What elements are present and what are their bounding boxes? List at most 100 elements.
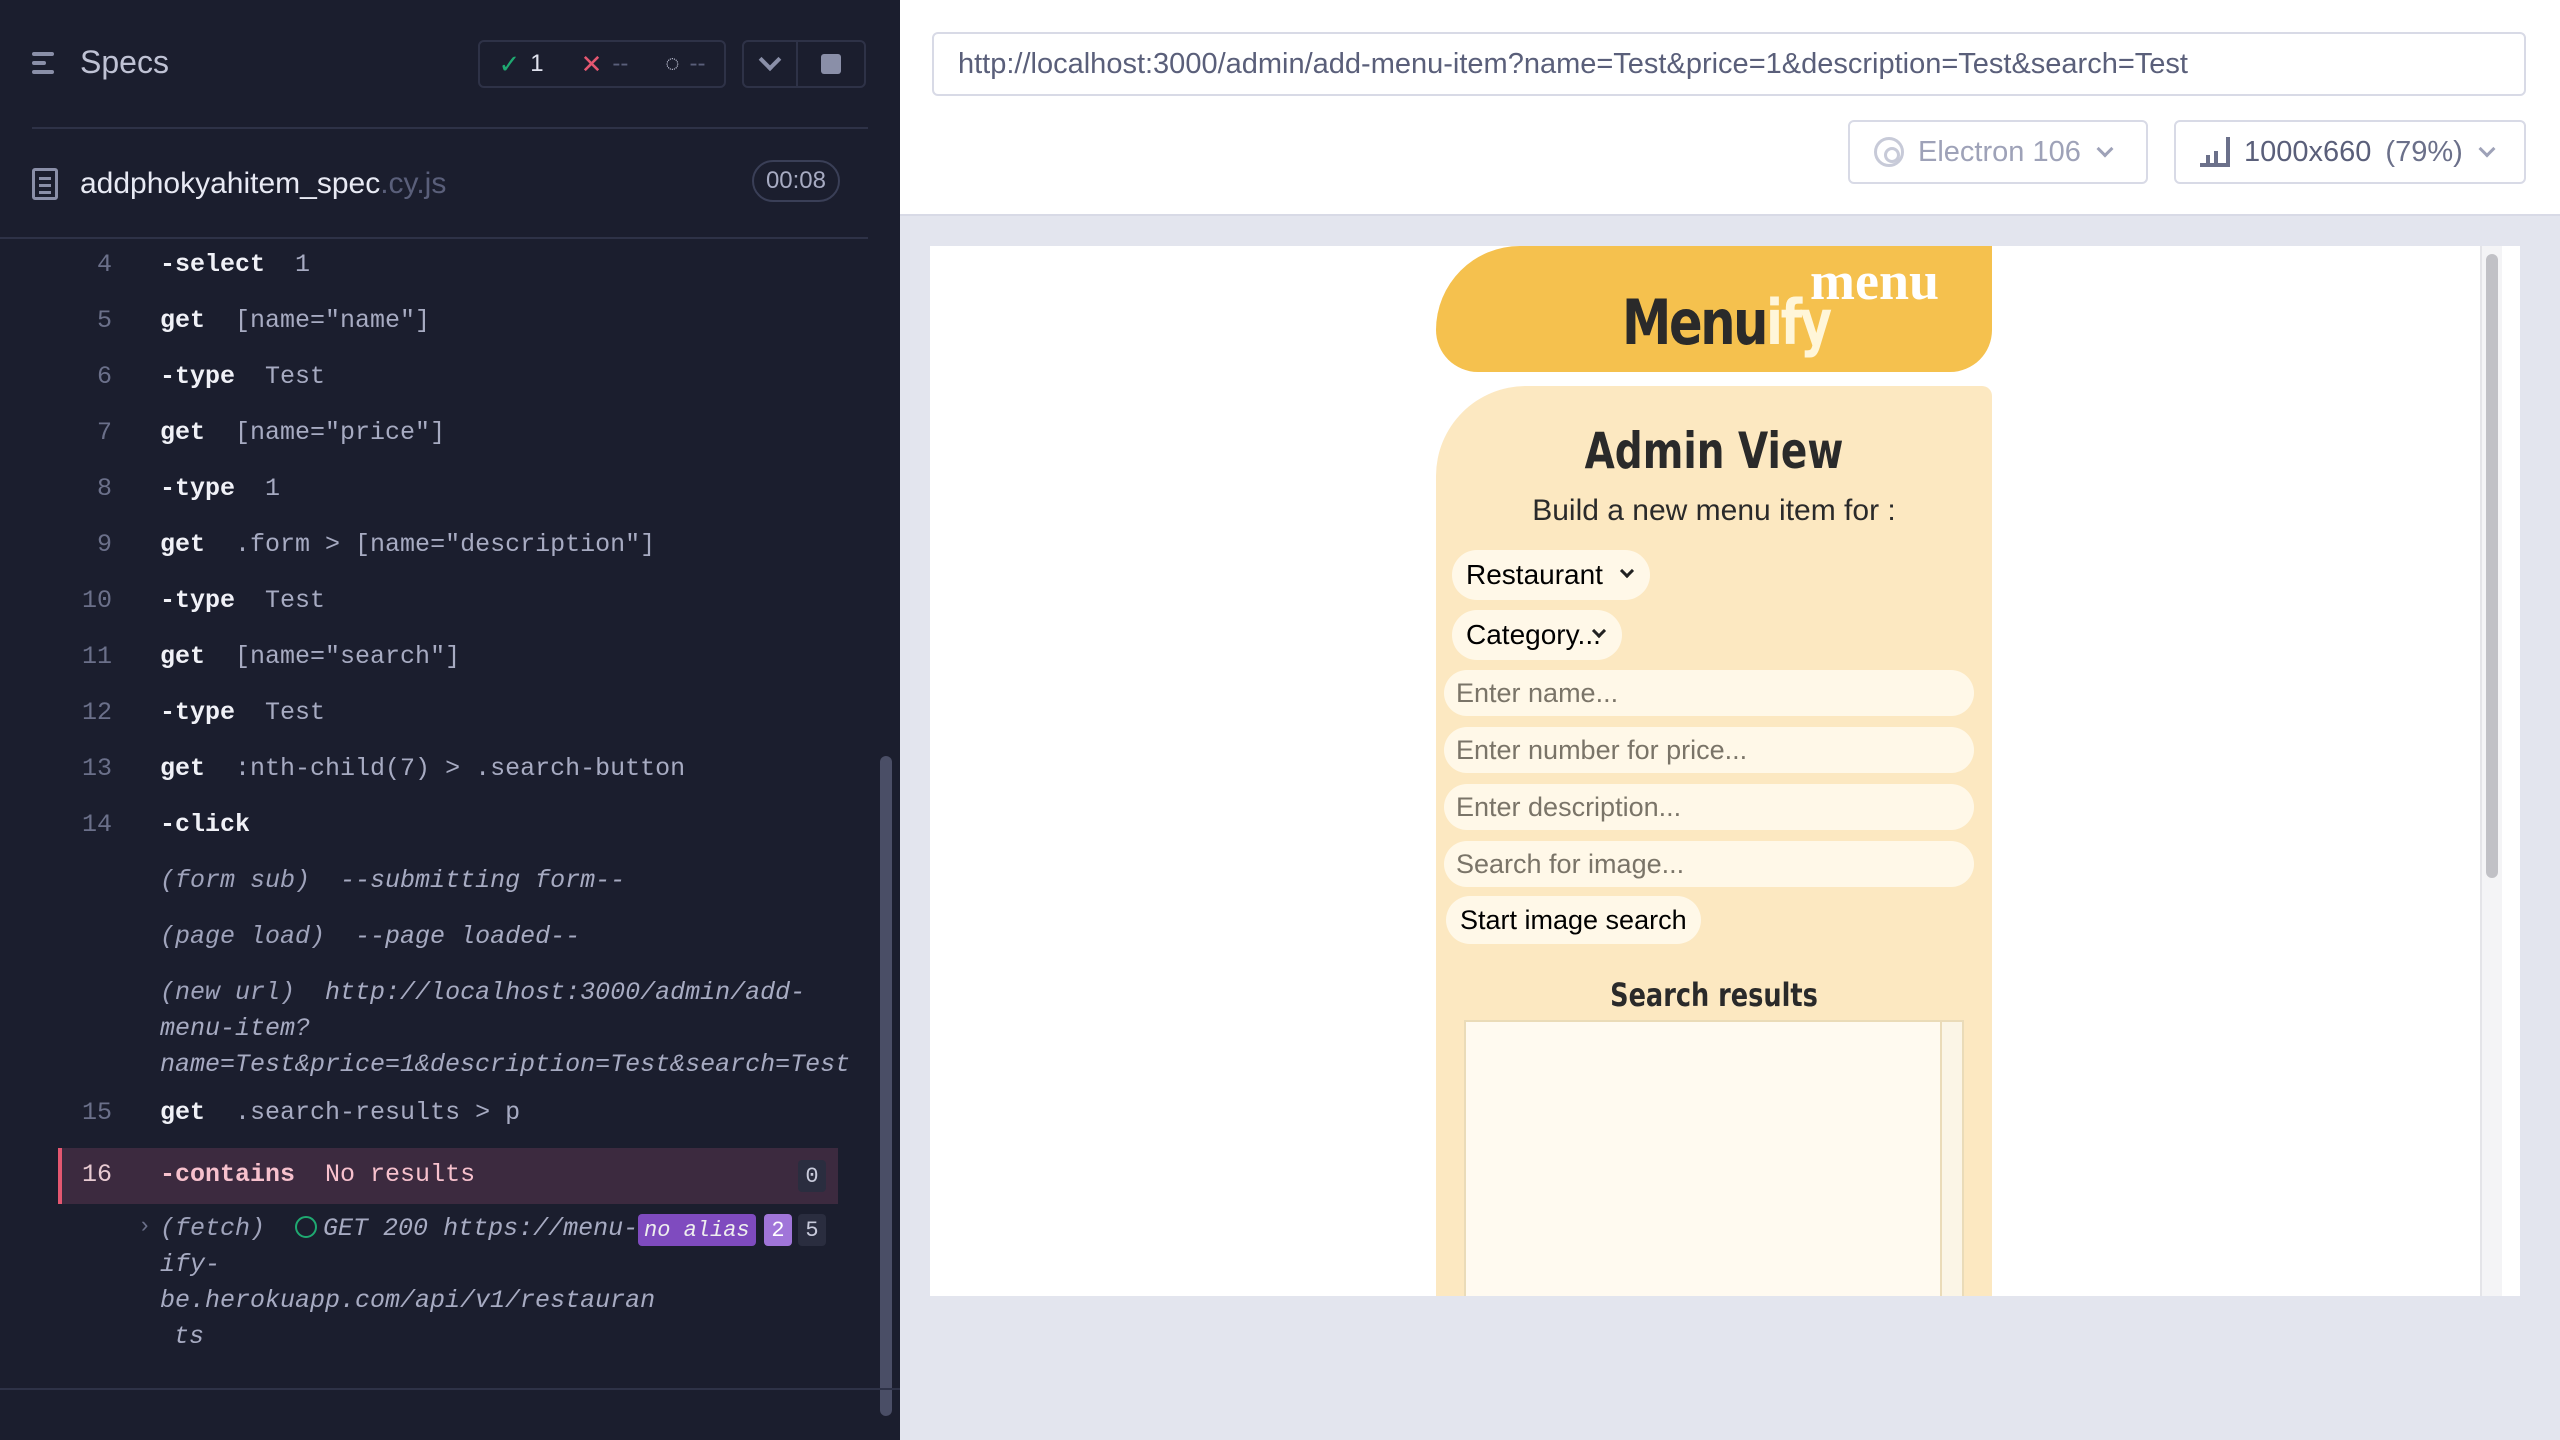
check-icon: ✓ [498,48,521,79]
event-url-line: name=Test&price=1&description=Test&searc… [160,1050,851,1079]
iframe-scroll-track[interactable] [2480,246,2502,1296]
event-row[interactable]: (page load) --page loaded-- [58,922,838,962]
specs-label: Specs [80,44,169,80]
command-name: get :nth-child(7) > .search-button [160,754,686,783]
viewport-size: 1000x660 [2244,135,2372,168]
specs-link[interactable]: Specs [32,44,169,81]
element-count-badge: 0 [798,1160,826,1192]
event-label: (new url) [160,978,296,1007]
event-text: --submitting form-- [340,866,626,895]
command-number: 13 [81,754,112,783]
command-row[interactable]: 8 -type 1 [58,474,838,514]
event-row-new-url[interactable]: (new url) http://localhost:3000/admin/ad… [58,978,850,1088]
file-divider [0,237,868,239]
pending-stat: ◌ -- [665,50,705,78]
command-name: -contains No results [160,1160,476,1189]
command-number: 9 [96,530,112,559]
browser-selector[interactable]: Electron 106 [1848,120,2148,184]
alias-count-badge: 2 [764,1214,792,1246]
event-text: --page loaded-- [355,922,581,951]
command-row[interactable]: 13 get :nth-child(7) > .search-button [58,754,838,794]
command-number: 6 [96,362,112,391]
search-results-box[interactable] [1464,1020,1964,1296]
fetch-url-line: GET 200 https://menu- [323,1214,639,1243]
image-search-input[interactable]: Search for image... [1444,841,1974,887]
aut-header: http://localhost:3000/admin/add-menu-ite… [900,0,2560,216]
command-number: 8 [96,474,112,503]
search-results-title: Search results [1610,976,1818,1014]
electron-icon [1874,137,1904,167]
command-row[interactable]: 7 get [name="price"] [58,418,838,458]
command-row[interactable]: 12 -type Test [58,698,838,738]
command-row[interactable]: 10 -type Test [58,586,838,626]
command-number: 5 [96,306,112,335]
command-name: -type Test [160,586,326,615]
spec-duration: 00:08 [751,160,840,202]
command-row[interactable]: 14 -click [58,810,838,850]
app-iframe: menu Menuify Admin View Build a new menu… [930,246,2520,1296]
command-number: 10 [81,586,112,615]
command-number: 16 [81,1160,112,1189]
command-row[interactable]: 5 get [name="name"] [58,306,838,346]
description-input[interactable]: Enter description... [1444,784,1974,830]
command-number: 12 [81,698,112,727]
event-url-line: http://localhost:3000/admin/add- [325,978,806,1007]
command-name: -type 1 [160,474,281,503]
logo-main-text: Menuify [1622,286,1832,359]
command-number: 14 [81,810,112,839]
spec-file-name: addphokyahitem_spec [80,167,381,200]
document-icon [32,168,58,200]
fetch-url-line: ify- [160,1250,221,1279]
admin-form-card: Admin View Build a new menu item for : R… [1436,386,1992,1296]
command-row[interactable]: 4 -select 1 [58,250,838,290]
event-row[interactable]: (form sub) --submitting form-- [58,866,838,906]
command-row[interactable]: 15 get .search-results > p [58,1098,838,1138]
fetch-url-line: be.herokuapp.com/api/v1/restauran [160,1286,656,1315]
passed-count: 1 [530,50,544,77]
category-select[interactable]: Category... [1452,610,1622,660]
command-number: 15 [81,1098,112,1127]
browser-label: Electron 106 [1918,135,2081,168]
specs-list-icon [32,49,62,77]
price-input[interactable]: Enter number for price... [1444,727,1974,773]
alias-badge: no alias [638,1214,756,1246]
command-row[interactable]: 9 get .form > [name="description"] [58,530,838,570]
viewport-selector[interactable]: 1000x660 (79%) [2174,120,2526,184]
viewport-scale: (79%) [2385,135,2463,168]
spec-file-ext: .cy.js [380,167,447,200]
command-row[interactable]: 6 -type Test [58,362,838,402]
command-list: 4 -select 1 5 get [name="name"] 6 -type … [58,242,850,1364]
results-scrollbar[interactable] [1940,1022,1962,1296]
event-label: (form sub) [160,866,311,895]
event-url-line: menu-item? [160,1014,311,1043]
chevron-down-icon [2478,140,2496,158]
failed-command-row[interactable]: 16 -contains No results 0 [58,1148,838,1204]
chevron-down-icon [758,48,782,72]
collapse-button[interactable] [742,40,798,88]
restaurant-select[interactable]: Restaurant [1452,550,1650,600]
chevron-down-icon [1619,563,1635,579]
event-label: (page load) [160,922,326,951]
chevron-right-icon[interactable]: › [138,1214,151,1239]
iframe-scrollbar[interactable] [2486,254,2498,878]
command-name: -click [160,810,251,839]
start-image-search-button[interactable]: Start image search [1446,896,1701,944]
command-number: 4 [96,250,112,279]
command-name: get .form > [name="description"] [160,530,656,559]
command-row[interactable]: 11 get [name="search"] [58,642,838,682]
pending-spinner-icon: ◌ [665,50,680,77]
test-stats: ✓ 1 ✕ -- ◌ -- [478,40,726,88]
name-input[interactable]: Enter name... [1444,670,1974,716]
reporter-scrollbar[interactable] [880,756,892,1416]
failed-stat: ✕ -- [581,49,629,80]
spec-file-row[interactable]: addphokyahitem_spec .cy.js 00:08 [32,160,840,208]
ruler-icon [2200,137,2230,167]
url-bar[interactable]: http://localhost:3000/admin/add-menu-ite… [932,32,2526,96]
fetch-row[interactable]: › (fetch) GET 200 https://menu- no alias… [58,1214,838,1364]
form-subtitle: Build a new menu item for : [1532,494,1896,527]
command-log-panel: Specs ✓ 1 ✕ -- ◌ -- addphokyahitem_spec … [0,0,900,1440]
command-number: 11 [81,642,112,671]
stop-button[interactable] [796,40,866,88]
cross-icon: ✕ [580,48,603,79]
request-count-badge: 5 [798,1214,826,1246]
